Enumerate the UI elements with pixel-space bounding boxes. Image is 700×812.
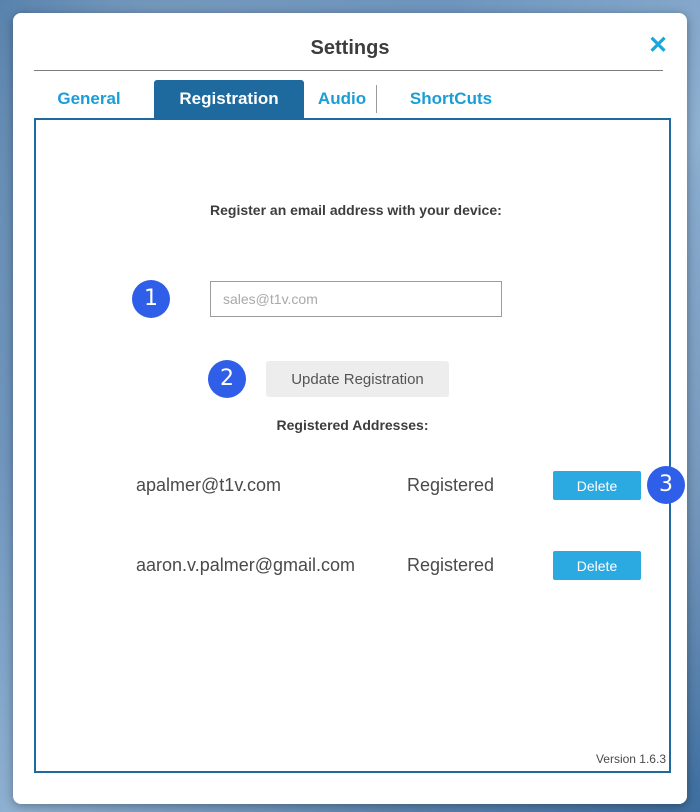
email-input[interactable]: [210, 281, 502, 317]
address-email: aaron.v.palmer@gmail.com: [136, 555, 356, 575]
tab-bar: General Registration Audio ShortCuts: [34, 80, 674, 118]
header-divider: [34, 70, 663, 71]
version-label: Version 1.6.3: [595, 752, 666, 766]
tab-general[interactable]: General: [34, 80, 144, 118]
tab-separator: [376, 85, 377, 113]
registration-panel: Register an email address with your devi…: [34, 118, 685, 773]
tab-shortcuts[interactable]: ShortCuts: [396, 80, 506, 118]
address-row: apalmer@t1v.com Registered Delete: [36, 471, 669, 501]
tab-audio[interactable]: Audio: [306, 80, 378, 118]
close-icon[interactable]: ✕: [647, 34, 669, 58]
dialog-title: Settings: [310, 37, 390, 59]
address-status: Registered: [407, 475, 495, 495]
callout-badge-1: 1: [132, 280, 170, 318]
delete-button[interactable]: Delete: [553, 551, 641, 580]
address-email: apalmer@t1v.com: [136, 475, 281, 495]
callout-badge-3: 3: [647, 466, 685, 504]
delete-button[interactable]: Delete: [553, 471, 641, 500]
registered-addresses-heading: Registered Addresses:: [276, 417, 429, 433]
update-registration-button[interactable]: Update Registration: [266, 361, 449, 397]
address-status: Registered: [407, 555, 495, 575]
settings-dialog: Settings ✕ General Registration Audio Sh…: [13, 13, 687, 804]
callout-badge-2: 2: [208, 360, 246, 398]
register-prompt: Register an email address with your devi…: [210, 202, 502, 218]
address-row: aaron.v.palmer@gmail.com Registered Dele…: [36, 551, 669, 581]
tab-registration[interactable]: Registration: [154, 80, 304, 118]
